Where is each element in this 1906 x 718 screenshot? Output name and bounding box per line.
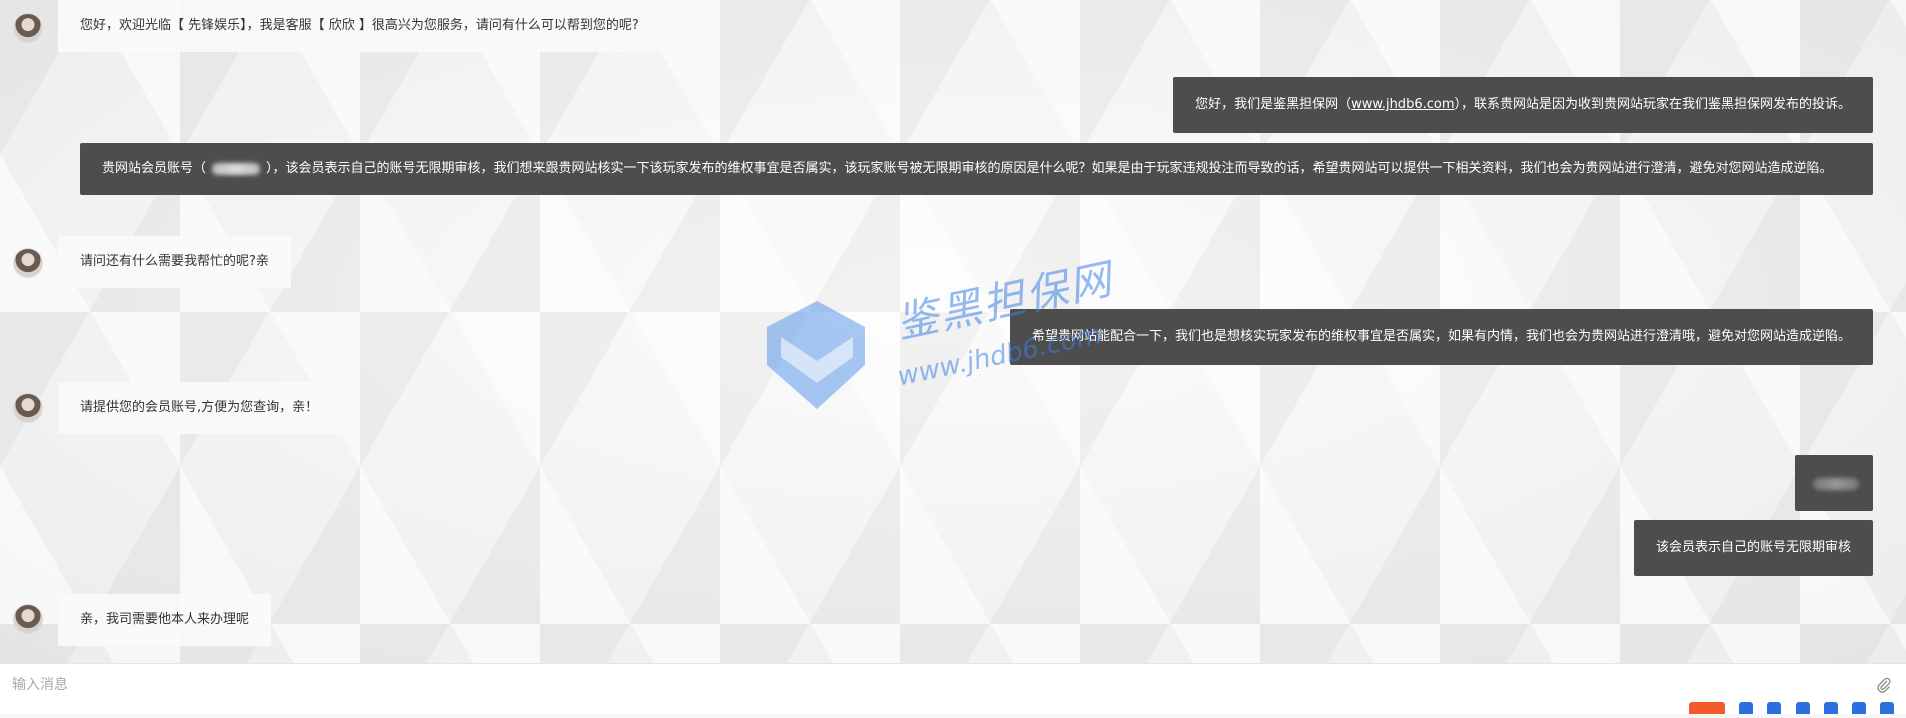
outgoing-message xyxy=(1795,455,1873,511)
message-text: 请提供您的会员账号,方便为您查询，亲！ xyxy=(80,400,319,415)
message-text: 希望贵网站能配合一下，我们也是想核实玩家发布的维权事宜是否属实，如果有内情，我们… xyxy=(1031,329,1851,344)
message-input-bar xyxy=(0,663,1906,714)
message-text: 您好，欢迎光临【 先锋娱乐】，我是客服【 欣欣 】很高兴为您服务，请问有什么可以… xyxy=(80,18,639,33)
paperclip-icon[interactable] xyxy=(1876,677,1892,693)
incoming-message: 您好，欢迎光临【 先锋娱乐】，我是客服【 欣欣 】很高兴为您服务，请问有什么可以… xyxy=(58,0,661,52)
incoming-message: 请问还有什么需要我帮忙的呢?亲 xyxy=(58,236,291,288)
outgoing-message: 该会员表示自己的账号无限期审核 xyxy=(1633,520,1873,576)
agent-avatar xyxy=(13,13,43,43)
message-text: 您好，我们是鉴黑担保网（ xyxy=(1195,97,1352,112)
website-link[interactable]: www.jhdb6.com xyxy=(1351,97,1454,112)
toolbar-icon[interactable] xyxy=(1767,702,1782,714)
outgoing-message: 您好，我们是鉴黑担保网（www.jhdb6.com），联系贵网站是因为收到贵网站… xyxy=(1173,77,1873,133)
agent-avatar xyxy=(13,604,43,634)
incoming-message: 请提供您的会员账号,方便为您查询，亲！ xyxy=(58,382,341,434)
app-logo-icon xyxy=(1689,702,1726,714)
redacted-account xyxy=(212,162,261,175)
redacted-account xyxy=(1813,478,1859,490)
toolbar-icon[interactable] xyxy=(1851,702,1866,714)
message-text: ），该会员表示自己的账号无限期审核，我们想来跟贵网站核实一下该玩家发布的维权事宜… xyxy=(266,161,1833,176)
agent-avatar xyxy=(13,393,43,423)
message-text: 亲，我司需要他本人来办理呢 xyxy=(80,612,250,627)
message-text: 贵网站会员账号（ xyxy=(102,161,207,176)
message-input[interactable] xyxy=(10,674,1864,696)
toolbar-icon[interactable] xyxy=(1823,702,1838,714)
toolbar-icon[interactable] xyxy=(1795,702,1810,714)
outgoing-message: 希望贵网站能配合一下，我们也是想核实玩家发布的维权事宜是否属实，如果有内情，我们… xyxy=(1009,309,1873,365)
outgoing-message: 贵网站会员账号（ ），该会员表示自己的账号无限期审核，我们想来跟贵网站核实一下该玩… xyxy=(80,143,1873,195)
message-text: 该会员表示自己的账号无限期审核 xyxy=(1655,540,1851,555)
toolbar-icon[interactable] xyxy=(1880,702,1894,714)
toolbar-icon[interactable] xyxy=(1739,702,1754,714)
chat-area: 您好，欢迎光临【 先锋娱乐】，我是客服【 欣欣 】很高兴为您服务，请问有什么可以… xyxy=(0,0,1906,663)
agent-avatar xyxy=(13,248,43,278)
shield-logo-icon xyxy=(767,301,865,409)
toolbar xyxy=(1679,702,1894,714)
incoming-message: 亲，我司需要他本人来办理呢 xyxy=(58,594,272,646)
message-text: ），联系贵网站是因为收到贵网站玩家在我们鉴黑担保网发布的投诉。 xyxy=(1454,97,1851,112)
message-text: 请问还有什么需要我帮忙的呢?亲 xyxy=(80,254,269,269)
